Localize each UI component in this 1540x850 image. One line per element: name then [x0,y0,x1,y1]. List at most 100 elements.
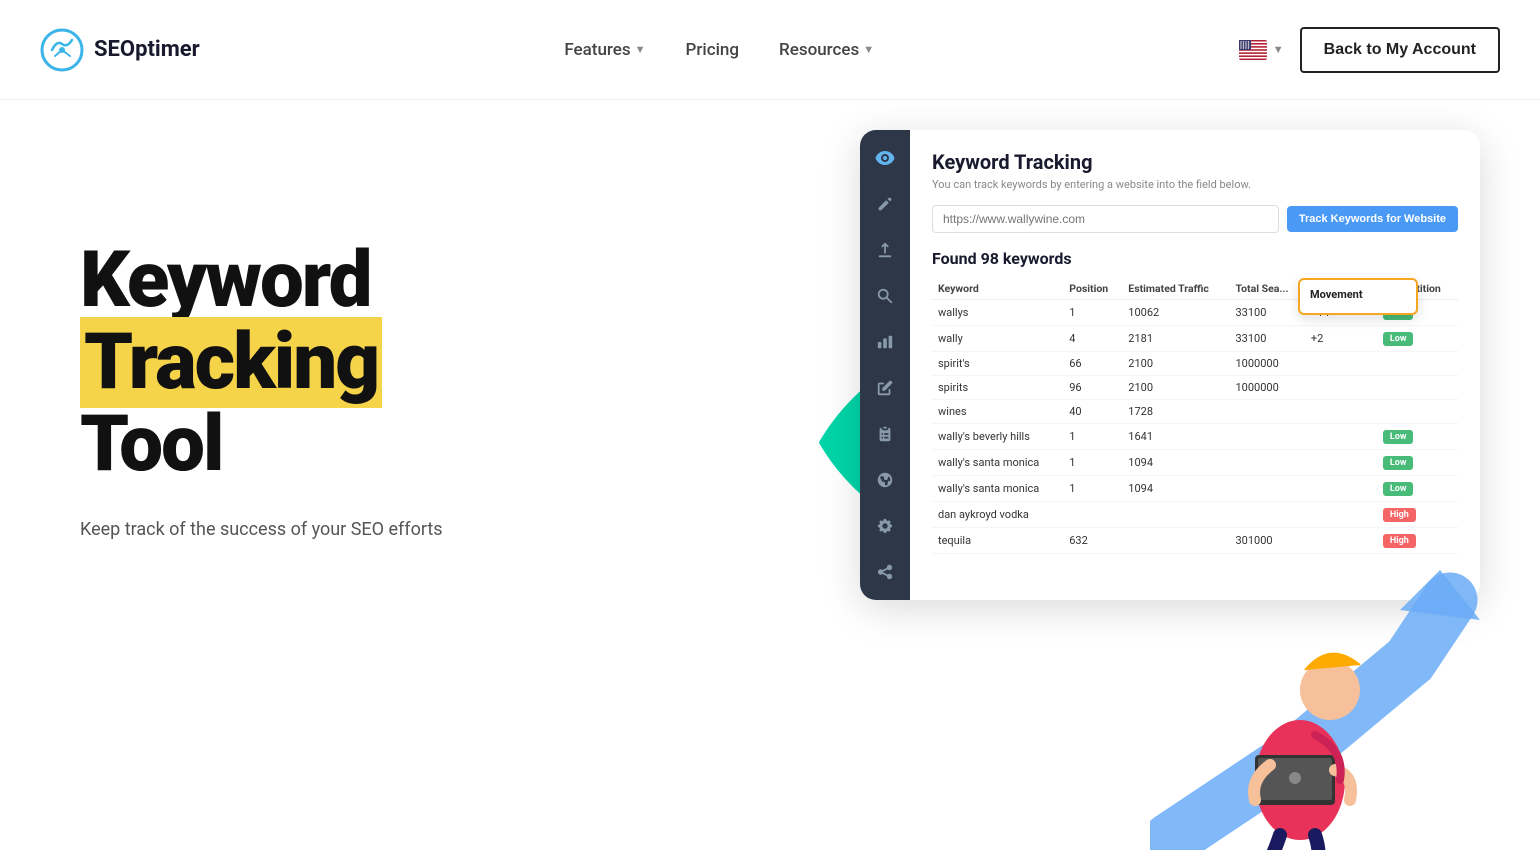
cell-total: 1000000 [1230,376,1305,400]
sidebar-icon-gear[interactable] [873,514,897,538]
person-illustration [1200,580,1400,850]
hero-title: Keyword Tracking Tool [80,240,580,486]
nav-item-resources[interactable]: Resources ▼ [779,40,874,60]
sidebar-icon-edit[interactable] [873,192,897,216]
cell-position: 4 [1063,326,1122,352]
cell-traffic: 2100 [1122,352,1229,376]
competition-badge: Low [1383,332,1414,346]
logo[interactable]: SEOptimer [40,28,200,72]
hero-title-line1: Keyword [80,235,371,326]
sidebar-icon-search[interactable] [873,284,897,308]
cell-keyword: wally's santa monica [932,450,1063,476]
col-position: Position [1063,278,1122,300]
cell-total [1230,450,1305,476]
col-total: Total Sea... [1230,278,1305,300]
cell-position [1063,502,1122,528]
cell-position: 1 [1063,424,1122,450]
us-flag-icon [1239,40,1267,60]
nav-item-features[interactable]: Features ▼ [564,40,645,60]
found-keywords-count: Found 98 keywords [932,249,1458,268]
nav-right: ▼ Back to My Account [1239,27,1500,73]
cell-movement [1305,424,1377,450]
competition-badge: Low [1383,482,1414,496]
table-body: wallys 1 10062 33100 +14 Low wally 4 218… [932,300,1458,554]
cell-keyword: spirit's [932,352,1063,376]
cell-movement [1305,450,1377,476]
hero-title-line3: Tool [80,399,222,490]
cell-position: 1 [1063,476,1122,502]
cell-competition: Low [1377,476,1458,502]
cell-total [1230,400,1305,424]
app-main-subtitle: You can track keywords by entering a web… [932,178,1458,191]
cell-total: 33100 [1230,326,1305,352]
cell-competition [1377,400,1458,424]
cell-competition: Low [1377,450,1458,476]
hero-subtitle: Keep track of the success of your SEO ef… [80,516,580,543]
sidebar-icon-share[interactable] [873,560,897,584]
cell-position: 1 [1063,450,1122,476]
table-row: wally's beverly hills 1 1641 Low [932,424,1458,450]
cell-keyword: wally's beverly hills [932,424,1063,450]
table-row: wally's santa monica 1 1094 Low [932,476,1458,502]
cell-position: 632 [1063,528,1122,554]
cell-traffic: 2100 [1122,376,1229,400]
cell-keyword: spirits [932,376,1063,400]
table-row: spirits 96 2100 1000000 [932,376,1458,400]
sidebar-icon-globe[interactable] [873,468,897,492]
cell-total [1230,424,1305,450]
cell-traffic: 10062 [1122,300,1229,326]
keywords-table: Keyword Position Estimated Traffic Total… [932,278,1458,554]
cell-movement [1305,476,1377,502]
cell-traffic: 1094 [1122,476,1229,502]
cell-keyword: wines [932,400,1063,424]
col-traffic: Estimated Traffic [1122,278,1229,300]
url-input[interactable] [932,205,1279,233]
cell-position: 66 [1063,352,1122,376]
app-main-title: Keyword Tracking [932,150,1458,174]
logo-text: SEOptimer [94,37,200,62]
table-row: wally 4 2181 33100 +2 Low [932,326,1458,352]
cell-traffic: 1094 [1122,450,1229,476]
cell-movement [1305,400,1377,424]
hero-title-line2: Tracking [80,317,382,408]
track-keywords-button[interactable]: Track Keywords for Website [1287,206,1458,232]
language-selector[interactable]: ▼ [1239,40,1284,60]
cell-competition [1377,376,1458,400]
nav-links: Features ▼ Pricing Resources ▼ [564,40,874,60]
cell-total: 1000000 [1230,352,1305,376]
sidebar-icon-pen[interactable] [873,376,897,400]
chevron-down-icon: ▼ [1273,44,1284,56]
chevron-down-icon: ▼ [635,43,646,56]
back-to-account-button[interactable]: Back to My Account [1300,27,1500,73]
cell-position: 1 [1063,300,1122,326]
cell-movement: +2 [1305,326,1377,352]
movement-popup: Movement [1298,278,1418,315]
sidebar-icon-settings[interactable] [873,146,897,170]
sidebar-icon-text[interactable] [873,422,897,446]
cell-position: 96 [1063,376,1122,400]
competition-badge: Low [1383,430,1414,444]
sidebar-icon-chart[interactable] [873,330,897,354]
cell-total: 33100 [1230,300,1305,326]
cell-keyword: dan aykroyd vodka [932,502,1063,528]
nav-item-pricing[interactable]: Pricing [686,40,740,60]
app-sidebar [860,130,910,600]
cell-position: 40 [1063,400,1122,424]
cell-movement [1305,352,1377,376]
movement-popup-title: Movement [1310,288,1406,301]
cell-keyword: tequila [932,528,1063,554]
cell-competition [1377,352,1458,376]
cell-competition: Low [1377,326,1458,352]
chevron-down-icon: ▼ [863,43,874,56]
competition-badge: Low [1383,456,1414,470]
sidebar-icon-upload[interactable] [873,238,897,262]
seoptimer-logo-icon [40,28,84,72]
hero-text: Keyword Tracking Tool Keep track of the … [80,160,580,543]
cell-keyword: wally's santa monica [932,476,1063,502]
navbar: SEOptimer Features ▼ Pricing Resources ▼ [0,0,1540,100]
table-row: wally's santa monica 1 1094 Low [932,450,1458,476]
cell-keyword: wallys [932,300,1063,326]
cell-keyword: wally [932,326,1063,352]
cell-movement [1305,376,1377,400]
cell-traffic: 1728 [1122,400,1229,424]
